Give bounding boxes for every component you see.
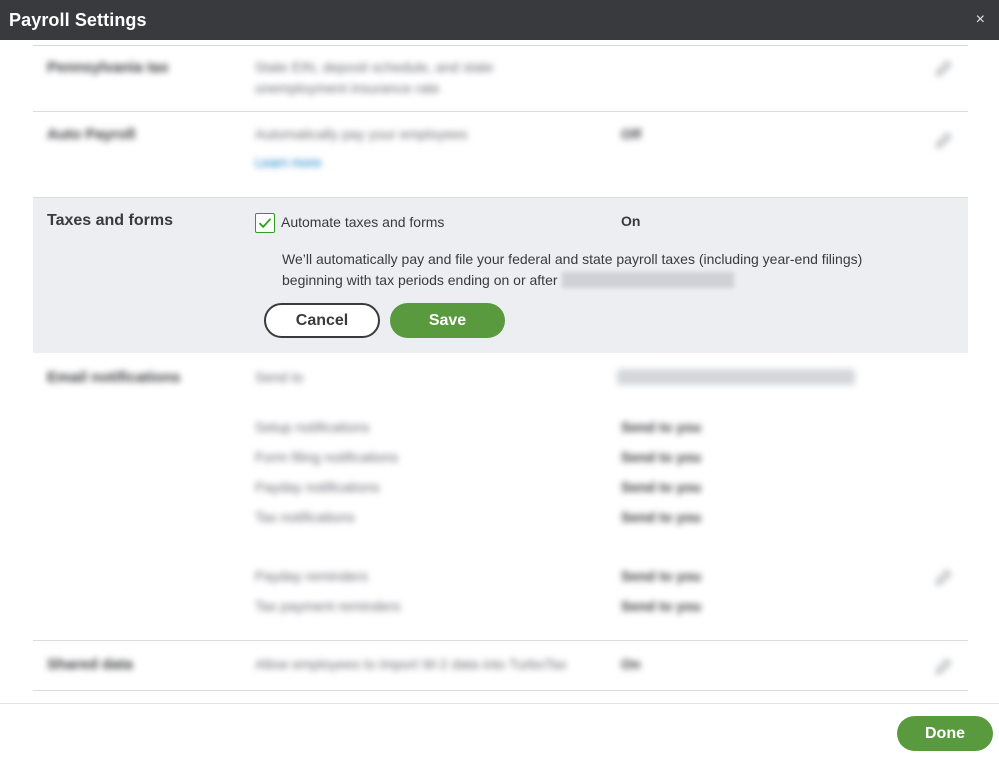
notification-label: Payday notifications (255, 479, 380, 495)
notification-label: Tax notifications (255, 509, 355, 525)
dialog-footer: Done (0, 703, 999, 759)
pencil-icon[interactable] (934, 567, 954, 587)
notification-value: Send to you (621, 479, 702, 495)
row-value: Off (621, 126, 642, 142)
reminder-label: Payday reminders (255, 568, 368, 584)
pencil-icon[interactable] (934, 58, 954, 78)
row-auto-payroll: Auto Payroll Automatically pay your empl… (33, 112, 968, 198)
row-description: Allow employees to import W-2 data into … (255, 656, 567, 672)
sendto-label: Send to (255, 369, 304, 385)
settings-list: Pennsylvania tax State EIN, deposit sche… (33, 40, 968, 700)
row-description: State EIN, deposit schedule, and state (255, 59, 494, 75)
cancel-button[interactable]: Cancel (264, 303, 380, 338)
row-pennsylvania-tax: Pennsylvania tax State EIN, deposit sche… (33, 46, 968, 112)
automate-taxes-checkbox[interactable] (255, 213, 275, 233)
pencil-icon[interactable] (934, 130, 954, 150)
automate-taxes-label: Automate taxes and forms (281, 214, 445, 230)
redacted-date (561, 272, 734, 288)
notification-value: Send to you (621, 449, 702, 465)
row-value: On (621, 656, 641, 672)
notification-label: Form filing notifications (255, 449, 399, 465)
dialog-title: Payroll Settings (9, 9, 147, 30)
taxes-forms-panel: Taxes and forms Automate taxes and forms… (33, 198, 968, 353)
redacted-email (617, 369, 855, 385)
taxes-forms-status: On (621, 213, 641, 229)
pencil-icon[interactable] (934, 656, 954, 676)
done-button[interactable]: Done (897, 716, 993, 751)
row-label: Auto Payroll (47, 126, 136, 143)
row-description-2: unemployment insurance rate (255, 80, 440, 96)
taxes-forms-heading: Taxes and forms (47, 212, 173, 229)
row-label: Shared data (47, 656, 133, 673)
dialog-titlebar: Payroll Settings × (0, 0, 999, 40)
notification-label: Setup notifications (255, 419, 370, 435)
save-button[interactable]: Save (390, 303, 505, 338)
row-label: Pennsylvania tax (47, 59, 169, 76)
row-shared-data: Shared data Allow employees to import W-… (33, 641, 968, 691)
row-email-notifications: Email notifications Send to Setup notifi… (33, 353, 968, 641)
check-icon (258, 218, 272, 229)
notification-value: Send to you (621, 509, 702, 525)
learn-more-link[interactable]: Learn more (255, 155, 321, 170)
taxes-forms-description: We’ll automatically pay and file your fe… (282, 249, 902, 291)
reminder-label: Tax payment reminders (255, 598, 401, 614)
row-label: Email notifications (47, 369, 181, 386)
row-description: Automatically pay your employees (255, 126, 468, 142)
notification-value: Send to you (621, 419, 702, 435)
close-icon[interactable]: × (976, 12, 985, 28)
reminder-value: Send to you (621, 568, 702, 584)
reminder-value: Send to you (621, 598, 702, 614)
